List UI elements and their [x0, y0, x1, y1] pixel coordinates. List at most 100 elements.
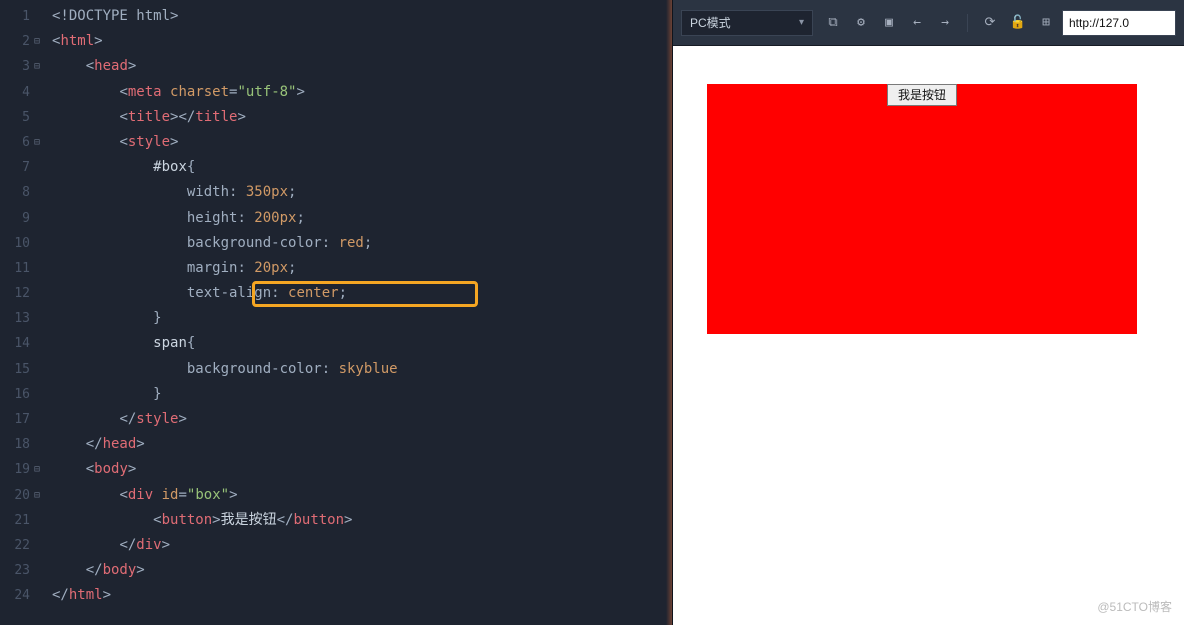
- code-text: div: [136, 537, 161, 553]
- code-text: <: [119, 84, 127, 100]
- refresh-icon[interactable]: ⟳: [982, 15, 998, 31]
- line-number: 8: [0, 180, 30, 205]
- line-number: 21: [0, 508, 30, 533]
- chevron-down-icon: ▾: [799, 17, 804, 28]
- line-number: 15: [0, 357, 30, 382]
- code-text: <: [153, 512, 161, 528]
- code-text: <: [119, 487, 127, 503]
- code-text: html: [60, 33, 94, 49]
- device-mode-label: PC模式: [690, 14, 731, 31]
- line-number: 14: [0, 331, 30, 356]
- code-text: >: [344, 512, 352, 528]
- grid-icon[interactable]: ⊞: [1038, 15, 1054, 31]
- code-text: button: [162, 512, 213, 528]
- code-text: body: [94, 461, 128, 477]
- code-text: <: [86, 58, 94, 74]
- code-text: #box: [153, 159, 187, 175]
- code-text: >: [229, 487, 237, 503]
- code-text: background-color: [187, 361, 322, 377]
- code-text: <: [86, 461, 94, 477]
- toolbar-icon-group: ⧉ ⚙ ▣ ← → ⟳ 🔓 ⊞: [825, 14, 1054, 32]
- code-text: {: [187, 335, 195, 351]
- code-text: head: [103, 436, 137, 452]
- gear-icon[interactable]: ⚙: [853, 15, 869, 31]
- code-text: html: [69, 587, 103, 603]
- popup-icon[interactable]: ⧉: [825, 15, 841, 31]
- code-text: "utf-8": [237, 84, 296, 100]
- code-text: </: [86, 562, 103, 578]
- line-number: 17: [0, 407, 30, 432]
- line-number: 24: [0, 583, 30, 608]
- code-text: >: [136, 436, 144, 452]
- code-text: >: [94, 33, 102, 49]
- code-text: }: [153, 386, 161, 402]
- code-text: button: [293, 512, 344, 528]
- code-text: div: [128, 487, 153, 503]
- code-text: center: [288, 285, 339, 301]
- code-text: span: [153, 335, 187, 351]
- code-text: meta: [128, 84, 162, 100]
- code-text: 350px: [246, 184, 288, 200]
- code-text: <: [119, 109, 127, 125]
- watermark-text: @51CTO博客: [1097, 598, 1172, 615]
- code-text: 20px: [254, 260, 288, 276]
- code-text: </: [119, 537, 136, 553]
- code-text: ;: [296, 210, 304, 226]
- code-area[interactable]: <!DOCTYPE html> <html> <head> <meta char…: [38, 0, 672, 625]
- code-text: charset: [170, 84, 229, 100]
- line-number: 9: [0, 206, 30, 231]
- code-text: >: [178, 411, 186, 427]
- code-text: </: [277, 512, 294, 528]
- code-text: :: [237, 210, 254, 226]
- code-text: </: [86, 436, 103, 452]
- code-text: >: [136, 562, 144, 578]
- code-text: >: [297, 84, 305, 100]
- line-number: 1: [0, 4, 30, 29]
- line-number: 2⊟: [0, 29, 30, 54]
- code-text: width: [187, 184, 229, 200]
- line-number: 13: [0, 306, 30, 331]
- code-text: ;: [364, 235, 372, 251]
- line-number: 4: [0, 80, 30, 105]
- line-number: 11: [0, 256, 30, 281]
- code-text: style: [128, 134, 170, 150]
- code-text: :: [229, 184, 246, 200]
- code-text: :: [322, 235, 339, 251]
- code-text: id: [162, 487, 179, 503]
- code-text: 我是按钮: [221, 512, 277, 528]
- code-text: height: [187, 210, 238, 226]
- code-text: title: [195, 109, 237, 125]
- line-number: 23: [0, 558, 30, 583]
- code-text: </: [52, 587, 69, 603]
- line-number: 22: [0, 533, 30, 558]
- line-number: 18: [0, 432, 30, 457]
- code-text: =: [178, 487, 186, 503]
- back-icon[interactable]: ←: [909, 15, 925, 31]
- code-text: ;: [288, 260, 296, 276]
- url-text: http://127.0: [1069, 16, 1129, 30]
- line-number: 10: [0, 231, 30, 256]
- code-text: </: [119, 411, 136, 427]
- code-text: >: [170, 134, 178, 150]
- code-text: :: [271, 285, 288, 301]
- code-text: title: [128, 109, 170, 125]
- device-mode-select[interactable]: PC模式 ▾: [681, 10, 813, 36]
- line-number: 16: [0, 382, 30, 407]
- code-text: >: [128, 461, 136, 477]
- toolbar-separator: [967, 14, 968, 32]
- line-number: 20⊟: [0, 483, 30, 508]
- preview-toolbar: PC模式 ▾ ⧉ ⚙ ▣ ← → ⟳ 🔓 ⊞ http://127.0: [673, 0, 1184, 46]
- forward-icon[interactable]: →: [937, 15, 953, 31]
- red-box: 我是按钮: [707, 84, 1137, 334]
- line-number: 3⊟: [0, 54, 30, 79]
- code-text: "box": [187, 487, 229, 503]
- rendered-button[interactable]: 我是按钮: [887, 84, 957, 106]
- line-number-gutter: 12⊟3⊟456⊟78910111213141516171819⊟20⊟2122…: [0, 0, 38, 625]
- screenshot-icon[interactable]: ▣: [881, 15, 897, 31]
- url-input[interactable]: http://127.0: [1062, 10, 1176, 36]
- code-text: <: [119, 134, 127, 150]
- code-text: body: [103, 562, 137, 578]
- line-number: 7: [0, 155, 30, 180]
- code-text: >: [237, 109, 245, 125]
- lock-icon[interactable]: 🔓: [1010, 15, 1026, 31]
